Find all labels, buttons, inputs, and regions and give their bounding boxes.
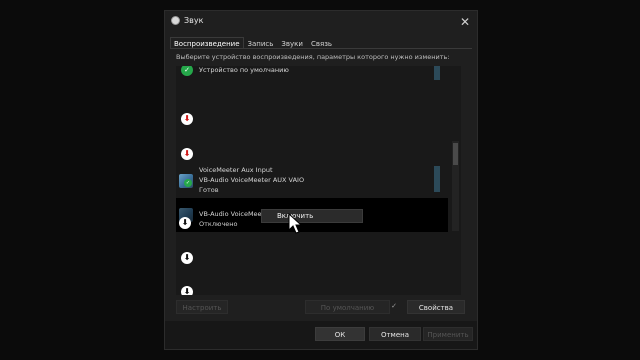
level-meter [434, 66, 440, 80]
apply-button[interactable]: Применить [423, 327, 473, 341]
configure-button[interactable]: Настроить [176, 300, 228, 314]
ok-button[interactable]: ОК [315, 327, 365, 341]
close-button[interactable]: ✕ [455, 13, 475, 31]
device-item[interactable]: ✓ Устройство по умолчанию [176, 66, 448, 80]
default-check-icon: ✓ [181, 66, 193, 76]
device-text: Устройство по умолчанию [199, 66, 289, 75]
instruction-text: Выберите устройство воспроизведения, пар… [176, 53, 450, 61]
device-description: VB-Audio VoiceMeeter AUX VAIO [199, 176, 305, 184]
device-item[interactable]: ⬇ [176, 246, 448, 270]
tab-divider [170, 48, 472, 49]
device-item[interactable]: ⬇ [176, 107, 448, 131]
disabled-arrow-icon: ⬇ [179, 217, 191, 229]
playback-device-list[interactable]: ✓ Устройство по умолчанию ⬇ ⬇ ✓ VoiceMee… [176, 66, 461, 295]
properties-button[interactable]: Свойства [407, 300, 465, 314]
device-name: VoiceMeeter Aux Input [199, 166, 273, 174]
sound-dialog: Звук ✕ Воспроизведение Запись Звуки Связ… [164, 10, 478, 350]
scrollbar-thumb[interactable] [453, 143, 458, 165]
chevron-down-icon[interactable]: ✓ [389, 299, 399, 313]
device-item[interactable]: ✓ VoiceMeeter Aux Input VB-Audio VoiceMe… [176, 164, 448, 198]
ready-check-icon: ✓ [184, 179, 192, 187]
disabled-arrow-icon: ⬇ [181, 252, 193, 264]
device-name: Устройство по умолчанию [199, 66, 289, 74]
menu-item-enable[interactable]: Включить [262, 210, 362, 222]
level-meter [434, 166, 440, 192]
mouse-cursor-icon [288, 213, 302, 234]
device-item[interactable]: ⬇ [176, 142, 448, 166]
window-title: Звук [184, 16, 204, 25]
disabled-arrow-icon: ⬇ [181, 286, 193, 295]
context-menu: Включить [261, 209, 363, 223]
cancel-button[interactable]: Отмена [369, 327, 421, 341]
disabled-arrow-icon: ⬇ [181, 113, 193, 125]
device-status: Готов [199, 186, 219, 194]
disabled-arrow-icon: ⬇ [181, 148, 193, 160]
device-text: VoiceMeeter Aux Input VB-Audio VoiceMeet… [199, 165, 304, 195]
device-item[interactable]: ⬇ [176, 280, 448, 295]
list-scrollbar[interactable] [452, 141, 459, 231]
title-bar[interactable]: Звук ✕ [165, 11, 477, 35]
dialog-footer: ОК Отмена Применить [165, 321, 477, 349]
set-default-button[interactable]: По умолчанию [305, 300, 390, 314]
speaker-icon [171, 16, 180, 25]
